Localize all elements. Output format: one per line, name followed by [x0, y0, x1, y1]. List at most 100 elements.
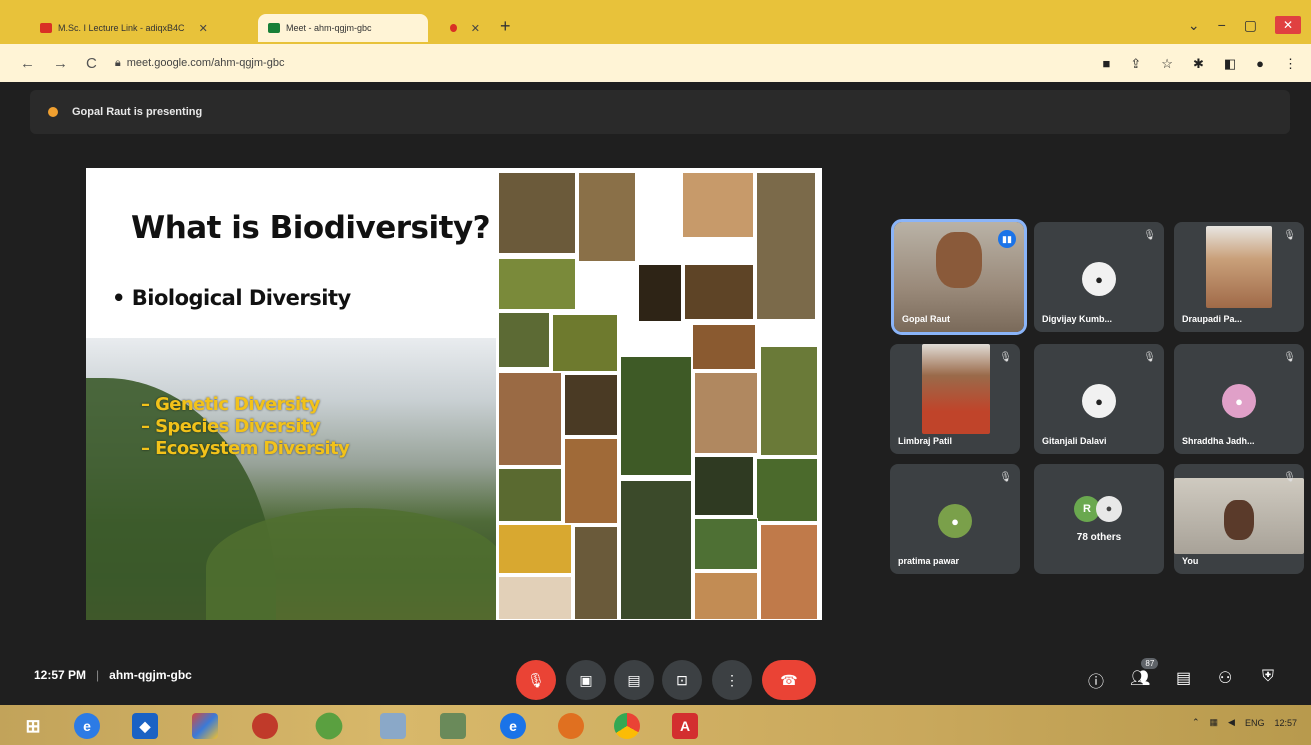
chat-icon[interactable]: ▤: [1176, 668, 1191, 688]
forward-icon[interactable]: →: [53, 55, 68, 72]
collage-photo: [684, 264, 754, 320]
profile-icon[interactable]: ●: [1256, 56, 1264, 72]
adobe-reader-icon[interactable]: A: [672, 713, 698, 739]
avatar: ●: [1222, 384, 1256, 418]
extensions-icon[interactable]: ✱: [1193, 56, 1204, 72]
mic-toggle-button[interactable]: 🎙︎: [516, 660, 556, 700]
tab-label: Meet - ahm-qgjm-gbc: [286, 23, 372, 33]
collage-photo: [564, 374, 618, 436]
avatar: ●: [1082, 262, 1116, 296]
info-icon[interactable]: ⓘ: [1088, 668, 1104, 692]
reload-icon[interactable]: C: [86, 55, 97, 72]
activities-icon[interactable]: ⚇: [1218, 668, 1232, 688]
firefox-icon[interactable]: [558, 713, 584, 739]
window-close-button[interactable]: ✕: [1275, 16, 1301, 34]
minimize-button[interactable]: −: [1218, 17, 1226, 33]
media-player-icon[interactable]: [252, 713, 278, 739]
network-icon[interactable]: ▦: [1210, 717, 1219, 728]
mic-off-icon: 🎙︎: [1143, 352, 1156, 363]
close-icon[interactable]: ✕: [199, 22, 208, 35]
collage-photo: [578, 172, 636, 262]
photos-app-icon[interactable]: [192, 713, 218, 739]
present-icon: ⊡: [676, 671, 688, 688]
people-button[interactable]: 👥︎ 87: [1130, 658, 1159, 688]
insect-photo-collage: [496, 168, 822, 620]
tab-lecture-link[interactable]: M.Sc. I Lecture Link - adiqxB4C ✕: [30, 14, 250, 42]
mic-off-icon: 🎙︎: [1283, 230, 1296, 241]
participant-tile[interactable]: ● 🎙︎ Digvijay Kumb...: [1034, 222, 1164, 332]
participant-tile[interactable]: 🎙︎ Draupadi Pa...: [1174, 222, 1304, 332]
back-icon[interactable]: ←: [20, 55, 35, 72]
camera-icon[interactable]: ■: [1103, 56, 1111, 72]
language-indicator[interactable]: ENG: [1245, 718, 1265, 728]
collage-photo: [620, 480, 692, 620]
collage-photo: [498, 468, 562, 522]
participant-tile[interactable]: 🎙︎ Limbraj Patil: [890, 344, 1020, 454]
collage-photo: [756, 458, 818, 522]
close-icon[interactable]: ✕: [471, 22, 480, 35]
participant-tile[interactable]: ● 🎙︎ pratima pawar: [890, 464, 1020, 574]
url-text: meet.google.com/ahm-qgjm-gbc: [126, 57, 285, 69]
collage-photo: [498, 312, 550, 368]
participant-tile[interactable]: ● 🎙︎ Gitanjali Dalavi: [1034, 344, 1164, 454]
participant-video: [922, 344, 990, 434]
avatar: ●: [938, 504, 972, 538]
participant-tile[interactable]: ▮▮ Gopal Raut: [891, 219, 1027, 335]
tab-recording[interactable]: ✕: [440, 14, 490, 42]
dropbox-icon[interactable]: ◆: [132, 713, 158, 739]
browser-tab-bar: M.Sc. I Lecture Link - adiqxB4C ✕ Meet -…: [0, 0, 1311, 44]
camera-toggle-button[interactable]: ▣: [566, 660, 606, 700]
sub-bullet: – Ecosystem Diversity: [141, 438, 350, 459]
app-icon[interactable]: [310, 707, 348, 745]
internet-explorer-icon[interactable]: e: [74, 713, 100, 739]
camera-icon: ▣: [579, 671, 593, 688]
host-controls-icon[interactable]: ⛨: [1262, 668, 1274, 686]
present-button[interactable]: ⊡: [662, 660, 702, 700]
notepad-icon[interactable]: [380, 713, 406, 739]
collage-photo: [498, 258, 576, 310]
meeting-time: 12:57 PM: [34, 668, 87, 682]
windows-taskbar: ⊞ e ◆ e A ⌃ ▦ ◀ ENG 12:57: [0, 705, 1311, 745]
clock[interactable]: 12:57: [1274, 718, 1297, 728]
url-field[interactable]: 🔒︎ meet.google.com/ahm-qgjm-gbc: [115, 57, 285, 70]
maximize-button[interactable]: ▢: [1244, 17, 1257, 34]
others-tile[interactable]: R ● 78 others: [1034, 464, 1164, 574]
new-tab-button[interactable]: +: [500, 16, 511, 37]
edge-icon[interactable]: e: [500, 713, 526, 739]
share-icon[interactable]: ⇪: [1130, 56, 1141, 72]
chevron-up-icon[interactable]: ⌃: [1192, 717, 1200, 728]
presenter-avatar: [48, 107, 58, 117]
tab-meet[interactable]: Meet - ahm-qgjm-gbc: [258, 14, 428, 42]
volume-icon[interactable]: ◀: [1228, 717, 1235, 728]
self-tile[interactable]: 🎙︎ You: [1174, 464, 1304, 574]
more-icon[interactable]: ⋮: [1284, 56, 1297, 72]
end-call-button[interactable]: ☎: [762, 660, 816, 700]
collage-photo: [574, 526, 618, 620]
others-count: 78 others: [1076, 532, 1122, 543]
captions-button[interactable]: ▤: [614, 660, 654, 700]
face-shape: [936, 232, 982, 288]
more-options-button[interactable]: ⋮: [712, 660, 752, 700]
speaking-indicator-icon: ▮▮: [998, 230, 1016, 248]
tab-label: M.Sc. I Lecture Link - adiqxB4C: [58, 23, 185, 33]
windows-start-icon[interactable]: ⊞: [20, 713, 46, 739]
chevron-down-icon[interactable]: ⌄: [1188, 17, 1200, 34]
slide-sub-bullets: – Genetic Diversity – Species Diversity …: [141, 394, 350, 459]
collage-photo: [694, 372, 758, 454]
avatar: ●: [1082, 384, 1116, 418]
file-explorer-icon[interactable]: [440, 713, 466, 739]
participant-name: Gopal Raut: [902, 314, 951, 324]
chrome-icon[interactable]: [614, 713, 640, 739]
star-icon[interactable]: ☆: [1161, 56, 1173, 72]
participant-tile[interactable]: ● 🎙︎ Shraddha Jadh...: [1174, 344, 1304, 454]
collage-photo: [498, 524, 572, 574]
collage-photo: [498, 372, 562, 466]
hill-shape: [206, 508, 506, 620]
gmail-icon: [40, 23, 52, 33]
sub-bullet: – Species Diversity: [141, 416, 321, 437]
record-icon: [450, 24, 457, 32]
sidebar-icon[interactable]: ◧: [1224, 56, 1236, 72]
participant-name: Shraddha Jadh...: [1182, 436, 1255, 446]
collage-photo: [692, 324, 756, 370]
collage-photo: [760, 346, 818, 456]
